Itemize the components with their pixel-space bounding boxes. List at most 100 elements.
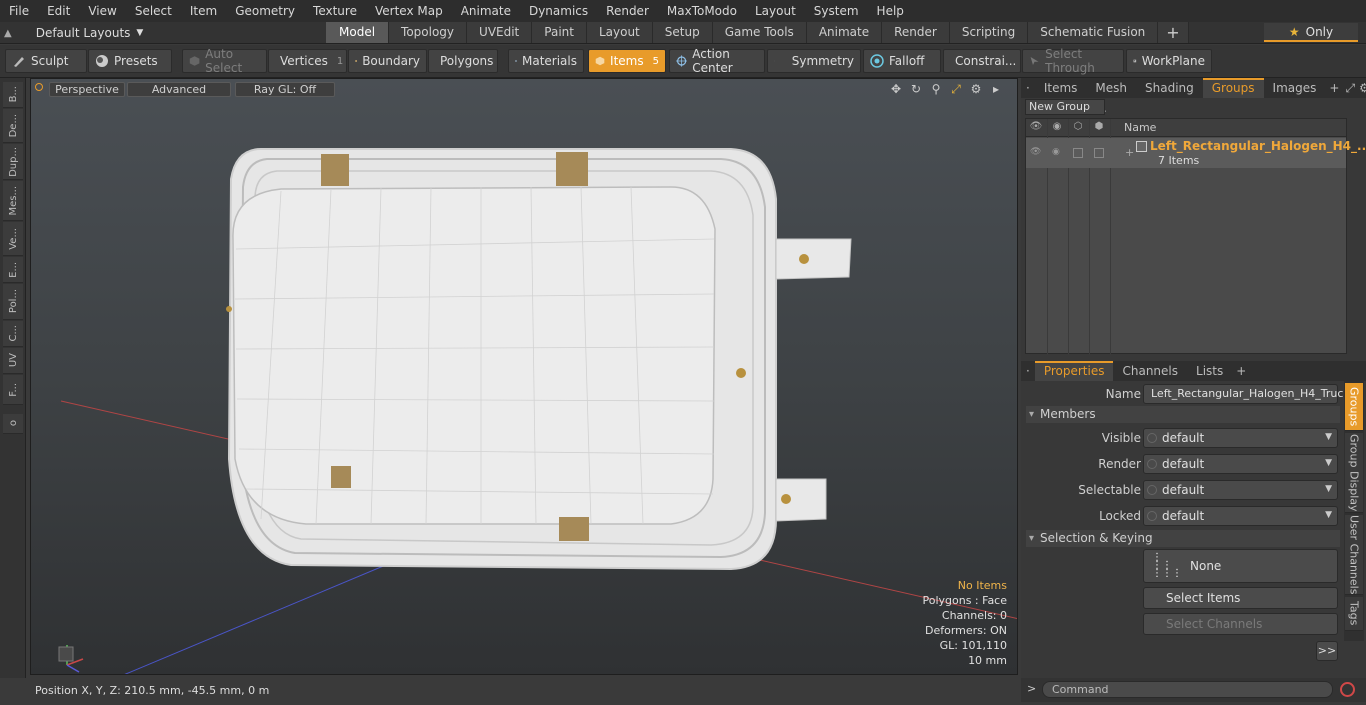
checkbox-lock[interactable]	[1094, 148, 1104, 158]
selection-keying-section[interactable]: Selection & Keying	[1026, 530, 1340, 547]
visible-dropdown[interactable]: default ▼	[1143, 428, 1338, 448]
tab-game-tools[interactable]: Game Tools	[712, 22, 807, 43]
menu-file[interactable]: File	[0, 0, 38, 22]
side-tab-groups[interactable]: Groups	[1345, 383, 1363, 431]
left-tab-1[interactable]: De...	[3, 109, 23, 143]
menu-help[interactable]: Help	[868, 0, 913, 22]
members-section[interactable]: Members	[1026, 406, 1340, 423]
workplane-button[interactable]: WorkPlane	[1126, 49, 1212, 73]
tab-uvedit[interactable]: UVEdit	[467, 22, 533, 43]
layouts-dropdown[interactable]: ▲ Default Layouts ▼	[4, 22, 143, 44]
tab-animate[interactable]: Animate	[806, 22, 883, 43]
command-input[interactable]: Command	[1042, 681, 1333, 698]
tab-channels[interactable]: Channels	[1113, 361, 1187, 381]
zoom-view-icon[interactable]: ⚲	[929, 82, 943, 96]
left-tab-6[interactable]: Pol...	[3, 284, 23, 320]
gear-icon[interactable]: ⚙	[1357, 78, 1366, 98]
constraints-button[interactable]: Constrai...	[943, 49, 1021, 73]
tab-lists[interactable]: Lists	[1187, 361, 1232, 381]
record-icon[interactable]	[1340, 682, 1355, 697]
perspective-dropdown[interactable]: Perspective	[49, 82, 125, 97]
items-button[interactable]: Items 5	[588, 49, 666, 73]
left-tab-4[interactable]: Ve...	[3, 222, 23, 256]
raygl-toggle[interactable]: Ray GL: Off	[235, 82, 335, 97]
select-icon[interactable]: ⬡	[1071, 121, 1085, 135]
auto-select-button[interactable]: Auto Select	[182, 47, 267, 75]
side-tab-group-display[interactable]: Group Display	[1345, 433, 1363, 513]
boundary-button[interactable]: Boundary	[348, 49, 427, 73]
symmetry-button[interactable]: Symmetry	[767, 49, 861, 73]
sculpt-button[interactable]: Sculpt	[5, 49, 87, 73]
tab-properties[interactable]: Properties	[1034, 361, 1114, 381]
group-row[interactable]: 👁 ◉ + Left_Rectangular_Halogen_H4_... 7 …	[1026, 138, 1366, 168]
3d-viewport[interactable]: Perspective Advanced Ray GL: Off ✥ ↻ ⚲ ⤢…	[30, 78, 1018, 675]
select-through-button[interactable]: Select Through	[1022, 47, 1124, 75]
tab-render[interactable]: Render	[882, 22, 950, 43]
menu-render[interactable]: Render	[597, 0, 658, 22]
tab-items[interactable]: Items	[1035, 78, 1087, 98]
left-tab-9[interactable]: F...	[3, 375, 23, 405]
left-tab-5[interactable]: E...	[3, 257, 23, 283]
add-tab-icon[interactable]: +	[1325, 78, 1343, 98]
left-tab-10[interactable]: o	[3, 414, 23, 434]
left-tab-8[interactable]: UV	[3, 348, 23, 374]
menu-texture[interactable]: Texture	[304, 0, 366, 22]
select-items-button[interactable]: Select Items	[1143, 587, 1338, 609]
action-center-button[interactable]: Action Center	[669, 47, 765, 75]
side-tab-user-channels[interactable]: User Channels	[1345, 515, 1363, 595]
left-tab-7[interactable]: C...	[3, 321, 23, 347]
lock-icon[interactable]: ⬢	[1092, 121, 1106, 135]
left-tab-0[interactable]: B...	[3, 82, 23, 108]
eye-icon[interactable]: 👁	[1029, 121, 1043, 135]
expand-icon[interactable]: ⤢	[1343, 78, 1357, 98]
play-icon[interactable]: ▸	[989, 82, 1003, 96]
polygons-button[interactable]: Polygons	[428, 49, 498, 73]
menu-vertex-map[interactable]: Vertex Map	[366, 0, 452, 22]
locked-dropdown[interactable]: default ▼	[1143, 506, 1338, 526]
menu-system[interactable]: System	[805, 0, 868, 22]
add-tab-button[interactable]: +	[1158, 22, 1189, 43]
move-view-icon[interactable]: ✥	[889, 82, 903, 96]
tab-setup[interactable]: Setup	[652, 22, 713, 43]
checkbox-select[interactable]	[1073, 148, 1083, 158]
tab-groups[interactable]: Groups	[1202, 78, 1264, 98]
advanced-dropdown[interactable]: Advanced	[127, 82, 231, 97]
tab-images[interactable]: Images	[1264, 78, 1326, 98]
menu-dynamics[interactable]: Dynamics	[520, 0, 597, 22]
presets-button[interactable]: Presets	[88, 49, 172, 73]
left-tab-2[interactable]: Dup...	[3, 144, 23, 180]
rotate-view-icon[interactable]: ↻	[909, 82, 923, 96]
eye-icon[interactable]: 👁	[1030, 147, 1041, 157]
side-tab-tags[interactable]: Tags	[1345, 597, 1363, 631]
expand-icon[interactable]: +	[1125, 146, 1134, 159]
gear-icon[interactable]: ⚙	[969, 82, 983, 96]
tab-topology[interactable]: Topology	[389, 22, 468, 43]
tab-model[interactable]: Model	[326, 22, 390, 43]
tab-layout[interactable]: Layout	[586, 22, 653, 43]
tab-shading[interactable]: Shading	[1136, 78, 1203, 98]
render-icon[interactable]: ◉	[1052, 147, 1060, 157]
tab-schematic-fusion[interactable]: Schematic Fusion	[1028, 22, 1159, 43]
menu-item[interactable]: Item	[181, 0, 226, 22]
render-dropdown[interactable]: default ▼	[1143, 454, 1338, 474]
menu-view[interactable]: View	[79, 0, 125, 22]
render-icon[interactable]: ◉	[1050, 121, 1064, 135]
only-toggle[interactable]: ★ Only	[1264, 23, 1358, 42]
tab-scripting[interactable]: Scripting	[949, 22, 1029, 43]
name-field[interactable]: Left_Rectangular_Halogen_H4_Truck_	[1143, 384, 1355, 404]
new-group-button[interactable]: New Group	[1025, 99, 1105, 115]
maximize-view-icon[interactable]: ⤢	[949, 82, 963, 96]
menu-layout[interactable]: Layout	[746, 0, 805, 22]
menu-maxtomodo[interactable]: MaxToModo	[658, 0, 746, 22]
menu-animate[interactable]: Animate	[452, 0, 520, 22]
menu-select[interactable]: Select	[126, 0, 181, 22]
tab-paint[interactable]: Paint	[532, 22, 587, 43]
menu-geometry[interactable]: Geometry	[226, 0, 304, 22]
more-button[interactable]: >>	[1316, 641, 1338, 661]
select-channels-button[interactable]: Select Channels	[1143, 613, 1338, 635]
left-tab-3[interactable]: Mes...	[3, 181, 23, 221]
vertices-button[interactable]: Vertices 1	[268, 49, 347, 73]
selectable-dropdown[interactable]: default ▼	[1143, 480, 1338, 500]
materials-button[interactable]: Materials	[508, 49, 584, 73]
none-button[interactable]: ⋮ ⋮⋮ ⋮⋮⋮ None	[1143, 549, 1338, 583]
